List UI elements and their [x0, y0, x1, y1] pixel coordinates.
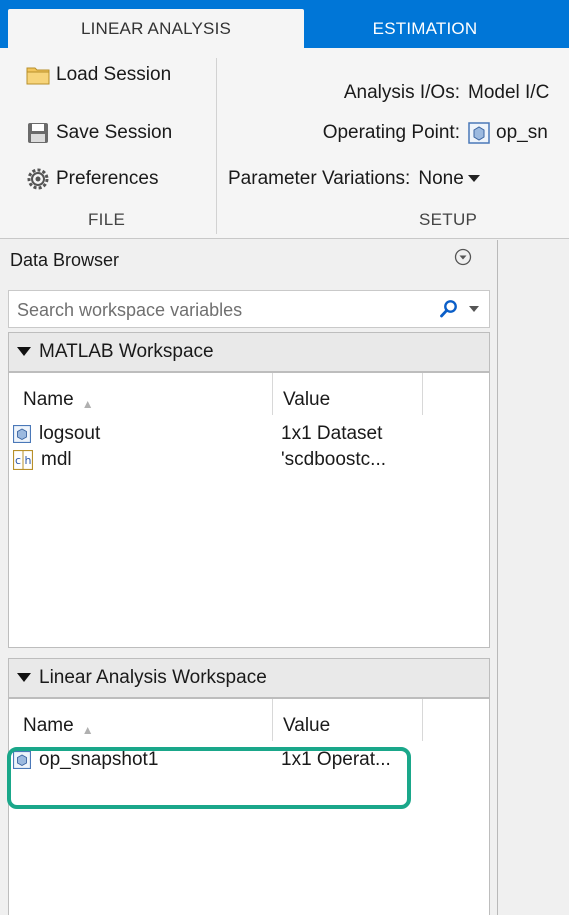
preferences-button[interactable]: Preferences	[26, 162, 158, 196]
sort-ascending-icon: ▲	[81, 723, 94, 737]
floppy-disk-icon	[28, 123, 48, 143]
column-name-label: Name	[23, 715, 74, 736]
collapse-triangle-icon	[17, 347, 31, 356]
analysis-ios-dropdown[interactable]: Model I/C	[468, 82, 549, 104]
file-section-label: FILE	[88, 210, 126, 229]
save-session-label: Save Session	[56, 122, 173, 143]
column-name-label: Name	[23, 389, 74, 410]
preferences-label: Preferences	[56, 168, 159, 189]
highlight-callout	[7, 747, 411, 809]
section-divider	[216, 58, 217, 234]
matlab-workspace-title: MATLAB Workspace	[39, 341, 214, 362]
chevron-down-icon	[467, 175, 480, 182]
parameter-variations-row: Parameter Variations: None	[228, 162, 480, 196]
search-icon[interactable]	[439, 299, 459, 319]
operating-point-icon	[468, 122, 490, 144]
data-browser-title: Data Browser	[10, 250, 120, 270]
ribbon: Load Session Save Session Preferences FI…	[0, 48, 569, 239]
matlab-workspace-header[interactable]: MATLAB Workspace	[8, 332, 490, 372]
variable-value: 'scdboostc...	[281, 449, 387, 470]
matlab-workspace-table: Name ▲ Value logsout 1x1 Dataset c h mdl…	[8, 372, 490, 648]
search-box	[8, 290, 490, 328]
column-header-value[interactable]: Value	[273, 699, 423, 741]
parameter-variations-label: Parameter Variations:	[228, 168, 411, 189]
column-value-label: Value	[283, 715, 331, 736]
setup-section-label: SETUP	[419, 210, 478, 229]
variable-value: 1x1 Dataset	[281, 423, 383, 444]
save-session-button[interactable]: Save Session	[26, 116, 172, 150]
load-session-button[interactable]: Load Session	[26, 58, 171, 92]
operating-point-row: Operating Point: op_sn	[228, 116, 548, 150]
column-header-value[interactable]: Value	[273, 373, 423, 415]
analysis-ios-label: Analysis I/Os:	[343, 82, 460, 103]
object-icon	[13, 425, 31, 443]
table-row[interactable]: logsout 1x1 Dataset	[9, 421, 489, 447]
folder-icon	[26, 67, 50, 85]
tab-estimation[interactable]: ESTIMATION	[330, 9, 520, 48]
linear-analysis-workspace-header[interactable]: Linear Analysis Workspace	[8, 658, 490, 698]
sort-ascending-icon: ▲	[81, 397, 94, 411]
toolstrip-tabs: LINEAR ANALYSIS ESTIMATION	[0, 0, 569, 48]
column-header-extra	[423, 373, 489, 415]
tab-linear-analysis[interactable]: LINEAR ANALYSIS	[8, 9, 304, 48]
empty-area	[498, 240, 569, 915]
collapse-triangle-icon	[17, 673, 31, 682]
parameter-variations-value: None	[418, 168, 464, 189]
svg-text:c: c	[15, 454, 21, 467]
gear-icon	[27, 168, 49, 190]
column-header-name[interactable]: Name ▲	[9, 373, 273, 415]
variable-name: logsout	[39, 423, 101, 444]
column-header-name[interactable]: Name ▲	[9, 699, 273, 741]
panel-menu-icon[interactable]	[454, 248, 472, 266]
char-icon: c h	[13, 450, 33, 470]
load-session-label: Load Session	[56, 64, 172, 85]
data-browser-panel: Data Browser MATLAB Workspace Name ▲ Val…	[0, 240, 498, 915]
operating-point-label: Operating Point:	[322, 122, 460, 143]
search-options-chevron-icon[interactable]	[469, 306, 479, 313]
analysis-ios-row: Analysis I/Os: Model I/C	[228, 76, 549, 110]
svg-text:h: h	[25, 454, 32, 467]
column-value-label: Value	[283, 389, 331, 410]
operating-point-value: op_sn	[496, 122, 548, 143]
parameter-variations-dropdown[interactable]: None	[418, 168, 480, 190]
search-input[interactable]	[15, 295, 419, 325]
column-header-extra	[423, 699, 489, 741]
analysis-ios-value: Model I/C	[468, 82, 550, 103]
variable-name: mdl	[41, 449, 72, 470]
linear-analysis-workspace-title: Linear Analysis Workspace	[39, 667, 267, 688]
table-row[interactable]: c h mdl 'scdboostc...	[9, 447, 489, 473]
operating-point-dropdown[interactable]: op_sn	[468, 122, 548, 144]
